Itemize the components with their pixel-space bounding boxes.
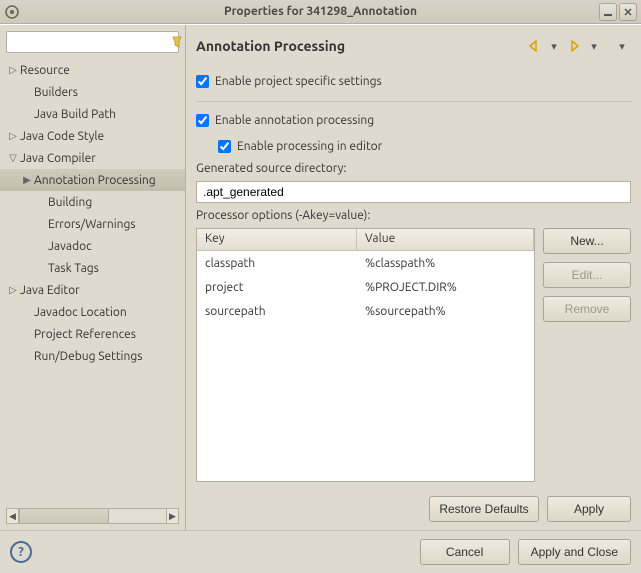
tree-item-label: Annotation Processing <box>34 174 156 187</box>
tree-item[interactable]: Errors/Warnings <box>0 213 185 235</box>
cell-key: classpath <box>197 257 357 270</box>
tree-item[interactable]: Builders <box>0 81 185 103</box>
back-menu-icon[interactable]: ▾ <box>545 37 563 55</box>
new-button[interactable]: New... <box>543 228 631 254</box>
tree-item-label: Java Build Path <box>34 108 116 121</box>
scroll-left-arrow[interactable]: ◀ <box>7 509 19 523</box>
tree-item[interactable]: Building <box>0 191 185 213</box>
checkbox-label: Enable annotation processing <box>215 114 374 127</box>
category-tree[interactable]: ▷ResourceBuildersJava Build Path▷Java Co… <box>0 55 185 506</box>
filter-input[interactable] <box>7 33 170 51</box>
sidebar: ▷ResourceBuildersJava Build Path▷Java Co… <box>0 25 186 530</box>
apply-and-close-button[interactable]: Apply and Close <box>518 539 631 565</box>
back-icon[interactable] <box>525 37 543 55</box>
tree-item-label: Building <box>48 196 92 209</box>
remove-button: Remove <box>543 296 631 322</box>
tree-item-label: Javadoc <box>48 240 92 253</box>
tree-item-label: Errors/Warnings <box>48 218 136 231</box>
table-row[interactable]: classpath%classpath% <box>197 251 534 275</box>
cell-key: project <box>197 281 357 294</box>
column-header-key[interactable]: Key <box>197 229 357 250</box>
table-row[interactable]: sourcepath%sourcepath% <box>197 299 534 323</box>
checkbox-label: Enable processing in editor <box>237 140 382 153</box>
tree-item[interactable]: Project References <box>0 323 185 345</box>
tree-item[interactable]: ▽Java Compiler <box>0 147 185 169</box>
content-area: Annotation Processing ▾ ▾ ▾ Enable proje… <box>186 25 641 530</box>
tree-item[interactable]: Run/Debug Settings <box>0 345 185 367</box>
filter-field[interactable] <box>6 31 179 53</box>
tree-item-label: Project References <box>34 328 136 341</box>
checkbox-input[interactable] <box>218 140 231 153</box>
clear-filter-icon[interactable] <box>170 35 184 49</box>
apply-button[interactable]: Apply <box>547 496 631 522</box>
table-row[interactable]: project%PROJECT.DIR% <box>197 275 534 299</box>
page-title: Annotation Processing <box>196 38 345 54</box>
edit-button: Edit... <box>543 262 631 288</box>
app-icon <box>4 4 20 20</box>
help-icon[interactable]: ? <box>10 541 32 563</box>
cell-value: %classpath% <box>357 257 534 270</box>
enable-project-specific-checkbox[interactable]: Enable project specific settings <box>196 71 631 91</box>
tree-item-label: Builders <box>34 86 78 99</box>
processor-options-table[interactable]: Key Value classpath%classpath%project%PR… <box>196 228 535 482</box>
window-title: Properties for 341298_Annotation <box>0 5 641 18</box>
checkbox-input[interactable] <box>196 114 209 127</box>
checkbox-input[interactable] <box>196 75 209 88</box>
tree-item-label: Java Code Style <box>20 130 104 143</box>
title-bar: Properties for 341298_Annotation <box>0 0 641 24</box>
minimize-button[interactable] <box>599 3 617 21</box>
tree-twisty-icon[interactable]: ▶ <box>20 174 34 186</box>
tree-item-label: Task Tags <box>48 262 99 275</box>
tree-item[interactable]: ▷Resource <box>0 59 185 81</box>
tree-item[interactable]: ▷Java Code Style <box>0 125 185 147</box>
tree-twisty-icon[interactable]: ▽ <box>6 152 20 164</box>
view-menu-icon[interactable]: ▾ <box>613 37 631 55</box>
cancel-button[interactable]: Cancel <box>420 539 510 565</box>
checkbox-label: Enable project specific settings <box>215 75 382 88</box>
close-button[interactable] <box>619 3 637 21</box>
generated-source-input[interactable] <box>196 181 631 203</box>
tree-twisty-icon[interactable]: ▷ <box>6 284 20 296</box>
tree-twisty-icon[interactable]: ▷ <box>6 64 20 76</box>
tree-item-label: Run/Debug Settings <box>34 350 142 363</box>
enable-processing-in-editor-checkbox[interactable]: Enable processing in editor <box>196 136 631 156</box>
cell-key: sourcepath <box>197 305 357 318</box>
forward-icon[interactable] <box>565 37 583 55</box>
tree-item-label: Java Compiler <box>20 152 96 165</box>
tree-item-label: Java Editor <box>20 284 80 297</box>
tree-item[interactable]: Task Tags <box>0 257 185 279</box>
processor-options-label: Processor options (-Akey=value): <box>196 209 631 222</box>
tree-item[interactable]: Javadoc <box>0 235 185 257</box>
tree-item[interactable]: ▶Annotation Processing <box>0 169 185 191</box>
scroll-right-arrow[interactable]: ▶ <box>166 509 178 523</box>
cell-value: %sourcepath% <box>357 305 534 318</box>
scroll-thumb[interactable] <box>19 509 109 523</box>
tree-item-label: Resource <box>20 64 70 77</box>
tree-item-label: Javadoc Location <box>34 306 127 319</box>
generated-source-label: Generated source directory: <box>196 162 631 175</box>
forward-menu-icon[interactable]: ▾ <box>585 37 603 55</box>
tree-item[interactable]: ▷Java Editor <box>0 279 185 301</box>
restore-defaults-button[interactable]: Restore Defaults <box>429 496 539 522</box>
horizontal-scrollbar[interactable]: ◀ ▶ <box>6 508 179 524</box>
column-header-value[interactable]: Value <box>357 229 534 250</box>
cell-value: %PROJECT.DIR% <box>357 281 534 294</box>
tree-item[interactable]: Javadoc Location <box>0 301 185 323</box>
enable-annotation-processing-checkbox[interactable]: Enable annotation processing <box>196 110 631 130</box>
separator <box>196 101 631 102</box>
tree-item[interactable]: Java Build Path <box>0 103 185 125</box>
tree-twisty-icon[interactable]: ▷ <box>6 130 20 142</box>
